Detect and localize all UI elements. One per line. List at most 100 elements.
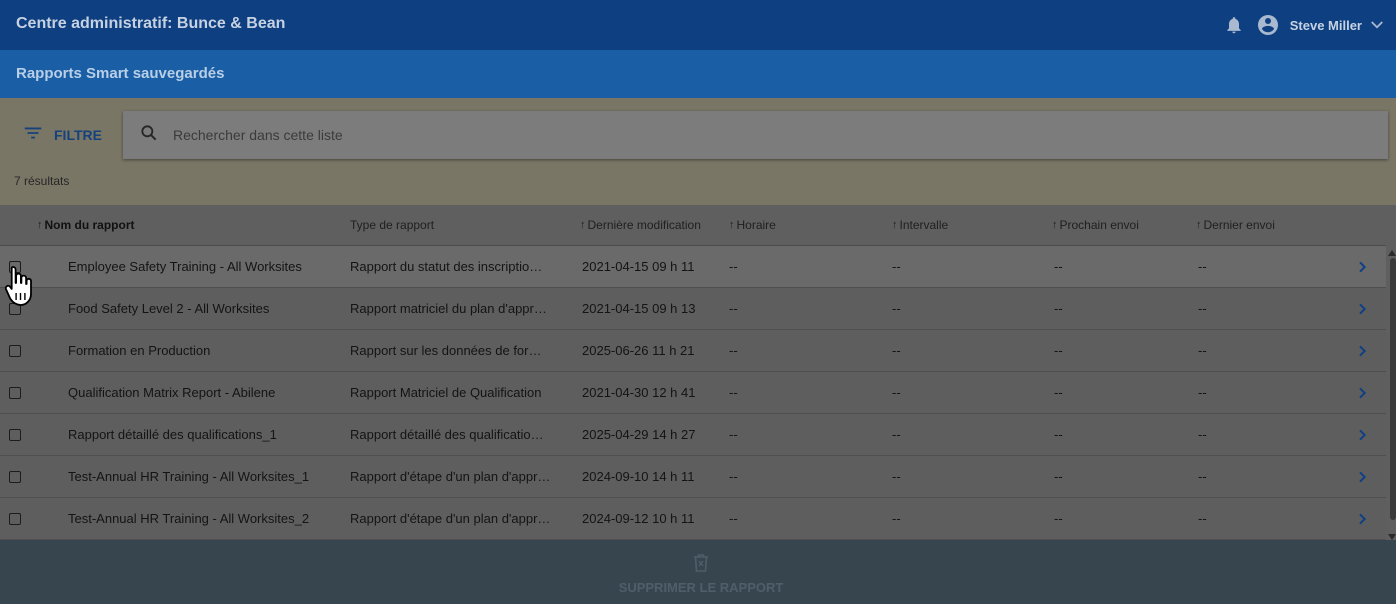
report-next: --: [1054, 301, 1063, 316]
chevron-right-icon[interactable]: [1354, 259, 1370, 280]
report-last: --: [1198, 385, 1207, 400]
sort-arrow-icon: ↑: [729, 219, 735, 231]
scrollbar-thumb[interactable]: [1390, 258, 1396, 520]
report-name: Test-Annual HR Training - All Worksites_…: [68, 469, 310, 484]
account-circle-icon[interactable]: [1256, 13, 1280, 37]
chevron-right-icon[interactable]: [1354, 427, 1370, 448]
results-count: 7 résultats: [14, 174, 70, 188]
table-row[interactable]: Test-Annual HR Training - All Worksites_…: [0, 498, 1386, 540]
search-input[interactable]: [173, 127, 1273, 143]
filter-button[interactable]: FILTRE: [22, 124, 102, 146]
report-interval: --: [892, 511, 901, 526]
filter-list-icon: [22, 122, 44, 149]
row-checkbox[interactable]: [9, 513, 21, 525]
report-last: --: [1198, 301, 1207, 316]
report-name: Food Safety Level 2 - All Worksites: [68, 301, 270, 316]
report-schedule: --: [729, 427, 738, 442]
table-row[interactable]: Rapport détaillé des qualifications_1 Ra…: [0, 414, 1386, 456]
filter-label: FILTRE: [54, 127, 102, 143]
report-schedule: --: [729, 385, 738, 400]
trash-icon: [693, 553, 709, 577]
report-schedule: --: [729, 301, 738, 316]
report-modified: 2024-09-12 10 h 11: [582, 511, 695, 526]
report-modified: 2025-06-26 11 h 21: [582, 343, 695, 358]
report-modified: 2021-04-15 09 h 11: [582, 259, 695, 274]
row-checkbox[interactable]: [9, 471, 21, 483]
row-checkbox[interactable]: [9, 429, 21, 441]
report-next: --: [1054, 385, 1063, 400]
report-type: Rapport Matriciel de Qualification: [350, 385, 542, 400]
row-checkbox[interactable]: [9, 387, 21, 399]
app-title: Centre administratif: Bunce & Bean: [16, 15, 286, 32]
bell-icon[interactable]: [1224, 15, 1244, 35]
report-schedule: --: [729, 343, 738, 358]
sort-arrow-icon: ↑: [37, 219, 43, 231]
top-app-bar: Centre administratif: Bunce & Bean Steve…: [0, 0, 1396, 50]
column-header-interval[interactable]: ↑ Intervalle: [892, 218, 948, 232]
column-header-last[interactable]: ↑ Dernier envoi: [1196, 218, 1275, 232]
report-name: Rapport détaillé des qualifications_1: [68, 427, 277, 442]
table-header: ↑ Nom du rapport Type de rapport ↑ Dernièr…: [0, 205, 1386, 246]
table-row[interactable]: Qualification Matrix Report - Abilene Ra…: [0, 372, 1386, 414]
report-type: Rapport du statut des inscriptio…: [350, 259, 543, 274]
page-header: Rapports Smart sauvegardés: [0, 50, 1396, 98]
delete-report-label: SUPPRIMER LE RAPPORT: [618, 579, 784, 595]
table-row[interactable]: Food Safety Level 2 - All Worksites Rapp…: [0, 288, 1386, 330]
report-last: --: [1198, 427, 1207, 442]
report-name: Formation en Production: [68, 343, 211, 358]
column-header-name[interactable]: ↑ Nom du rapport: [37, 218, 135, 232]
search-box[interactable]: [123, 111, 1388, 159]
report-type: Rapport d'étape d'un plan d'appr…: [350, 511, 551, 526]
report-schedule: --: [729, 259, 738, 274]
report-type: Rapport d'étape d'un plan d'appr…: [350, 469, 551, 484]
report-interval: --: [892, 469, 901, 484]
chevron-down-icon[interactable]: [1368, 16, 1386, 34]
report-type: Rapport sur les données de for…: [350, 343, 542, 358]
table-row[interactable]: Test-Annual HR Training - All Worksites_…: [0, 456, 1386, 498]
report-schedule: --: [729, 511, 738, 526]
report-next: --: [1054, 469, 1063, 484]
chevron-right-icon[interactable]: [1354, 385, 1370, 406]
report-next: --: [1054, 259, 1063, 274]
report-last: --: [1198, 511, 1207, 526]
report-interval: --: [892, 343, 901, 358]
report-modified: 2021-04-30 12 h 41: [582, 385, 696, 400]
chevron-right-icon[interactable]: [1354, 301, 1370, 322]
chevron-right-icon[interactable]: [1354, 511, 1370, 532]
chevron-right-icon[interactable]: [1354, 469, 1370, 490]
report-interval: --: [892, 259, 901, 274]
sort-arrow-icon: ↑: [1196, 219, 1202, 231]
report-modified: 2021-04-15 09 h 13: [582, 301, 696, 316]
report-name: Employee Safety Training - All Worksites: [68, 259, 302, 274]
report-name: Test-Annual HR Training - All Worksites_…: [68, 511, 310, 526]
report-type: Rapport détaillé des qualificatio…: [350, 427, 544, 442]
report-interval: --: [892, 385, 901, 400]
table-row[interactable]: Employee Safety Training - All Worksites…: [0, 246, 1386, 288]
row-checkbox[interactable]: [9, 345, 21, 357]
report-modified: 2024-09-10 14 h 11: [582, 469, 695, 484]
report-next: --: [1054, 343, 1063, 358]
delete-report-button[interactable]: SUPPRIMER LE RAPPORT: [560, 552, 842, 596]
table-row[interactable]: Formation en Production Rapport sur les …: [0, 330, 1386, 372]
reports-table: ↑ Nom du rapport Type de rapport ↑ Dernièr…: [0, 205, 1386, 540]
report-type: Rapport matriciel du plan d'appr…: [350, 301, 547, 316]
report-modified: 2025-04-29 14 h 27: [582, 427, 696, 442]
user-name[interactable]: Steve Miller: [1290, 18, 1362, 33]
hand-pointer-cursor-icon: [4, 265, 36, 314]
column-header-modified[interactable]: ↑ Dernière modification: [580, 218, 701, 232]
page-title: Rapports Smart sauvegardés: [16, 65, 225, 82]
report-last: --: [1198, 343, 1207, 358]
column-header-type[interactable]: Type de rapport: [350, 218, 434, 232]
chevron-right-icon[interactable]: [1354, 343, 1370, 364]
sort-arrow-icon: ↑: [580, 219, 586, 231]
column-header-schedule[interactable]: ↑ Horaire: [729, 218, 776, 232]
report-last: --: [1198, 259, 1207, 274]
report-next: --: [1054, 511, 1063, 526]
report-interval: --: [892, 427, 901, 442]
user-area: Steve Miller: [1224, 0, 1396, 50]
column-header-next[interactable]: ↑ Prochain envoi: [1052, 218, 1139, 232]
report-last: --: [1198, 469, 1207, 484]
sort-arrow-icon: ↑: [892, 219, 898, 231]
sort-arrow-icon: ↑: [1052, 219, 1058, 231]
search-icon: [123, 123, 159, 148]
